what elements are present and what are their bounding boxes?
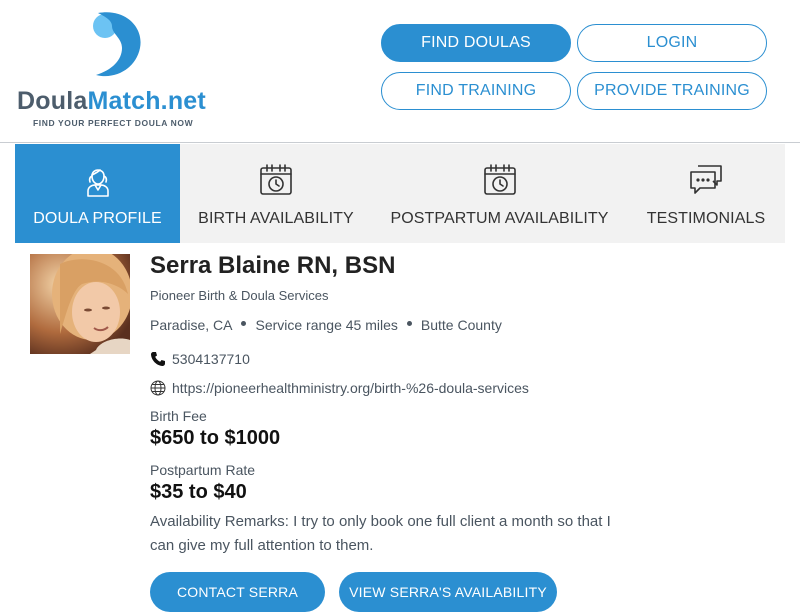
location-meta: Paradise, CA Service range 45 miles Butt… — [150, 317, 502, 333]
logo-tagline: FIND YOUR PERFECT DOULA NOW — [33, 118, 194, 128]
header-divider — [0, 142, 800, 143]
profile-photo — [30, 254, 130, 354]
website-link[interactable]: https://pioneerhealthministry.org/birth-… — [172, 380, 529, 396]
tab-label: TESTIMONIALS — [646, 210, 766, 227]
phone-icon — [151, 352, 165, 366]
globe-icon — [150, 380, 166, 396]
logo-word-match: Match.net — [87, 87, 206, 115]
city: Paradise, CA — [150, 317, 233, 333]
availability-remarks: Availability Remarks: I try to only book… — [150, 513, 611, 554]
tab-label: BIRTH AVAILABILITY — [198, 210, 354, 227]
provide-training-button[interactable]: PROVIDE TRAINING — [577, 72, 767, 110]
separator-dot — [406, 321, 412, 326]
phone-number[interactable]: 5304137710 — [172, 351, 250, 367]
separator-dot — [241, 321, 247, 326]
site-header: DoulaMatch.net FIND YOUR PERFECT DOULA N… — [0, 0, 800, 142]
tab-doula-profile[interactable]: DOULA PROFILE — [15, 144, 180, 243]
contact-button[interactable]: CONTACT SERRA — [150, 572, 325, 612]
find-doulas-button[interactable]: FIND DOULAS — [381, 24, 571, 62]
find-training-button[interactable]: FIND TRAINING — [381, 72, 571, 110]
doula-name: Serra Blaine RN, BSN — [150, 252, 396, 279]
birth-fee-value: $650 to $1000 — [150, 427, 281, 449]
view-availability-button[interactable]: VIEW SERRA'S AVAILABILITY — [339, 572, 557, 612]
service-range: Service range 45 miles — [255, 317, 398, 333]
logo-icon[interactable] — [88, 12, 144, 82]
phone-row[interactable]: 5304137710 — [150, 351, 250, 367]
postpartum-rate-value: $35 to $40 — [150, 481, 247, 503]
tab-label: POSTPARTUM AVAILABILITY — [390, 210, 609, 227]
chat-bubbles-icon — [690, 165, 722, 194]
county: Butte County — [420, 317, 502, 333]
organization-name: Pioneer Birth & Doula Services — [150, 288, 329, 303]
doula-person-icon — [86, 169, 109, 197]
tab-postpartum-availability[interactable]: POSTPARTUM AVAILABILITY — [372, 144, 627, 243]
tab-birth-availability[interactable]: BIRTH AVAILABILITY — [180, 144, 372, 243]
tab-testimonials[interactable]: TESTIMONIALS — [627, 144, 785, 243]
birth-fee-label: Birth Fee — [150, 408, 207, 424]
calendar-clock-icon — [260, 164, 292, 195]
logo-word-doula: Doula — [17, 87, 88, 115]
logo-wordmark[interactable]: DoulaMatch.net — [17, 86, 206, 116]
profile-tabs: DOULA PROFILE BIRTH AVAILABILITY POSTPAR… — [15, 144, 785, 243]
tab-label: DOULA PROFILE — [33, 210, 162, 227]
website-row[interactable]: https://pioneerhealthministry.org/birth-… — [150, 380, 529, 396]
calendar-clock-icon — [483, 164, 516, 195]
login-button[interactable]: LOGIN — [577, 24, 767, 62]
postpartum-rate-label: Postpartum Rate — [150, 462, 256, 478]
